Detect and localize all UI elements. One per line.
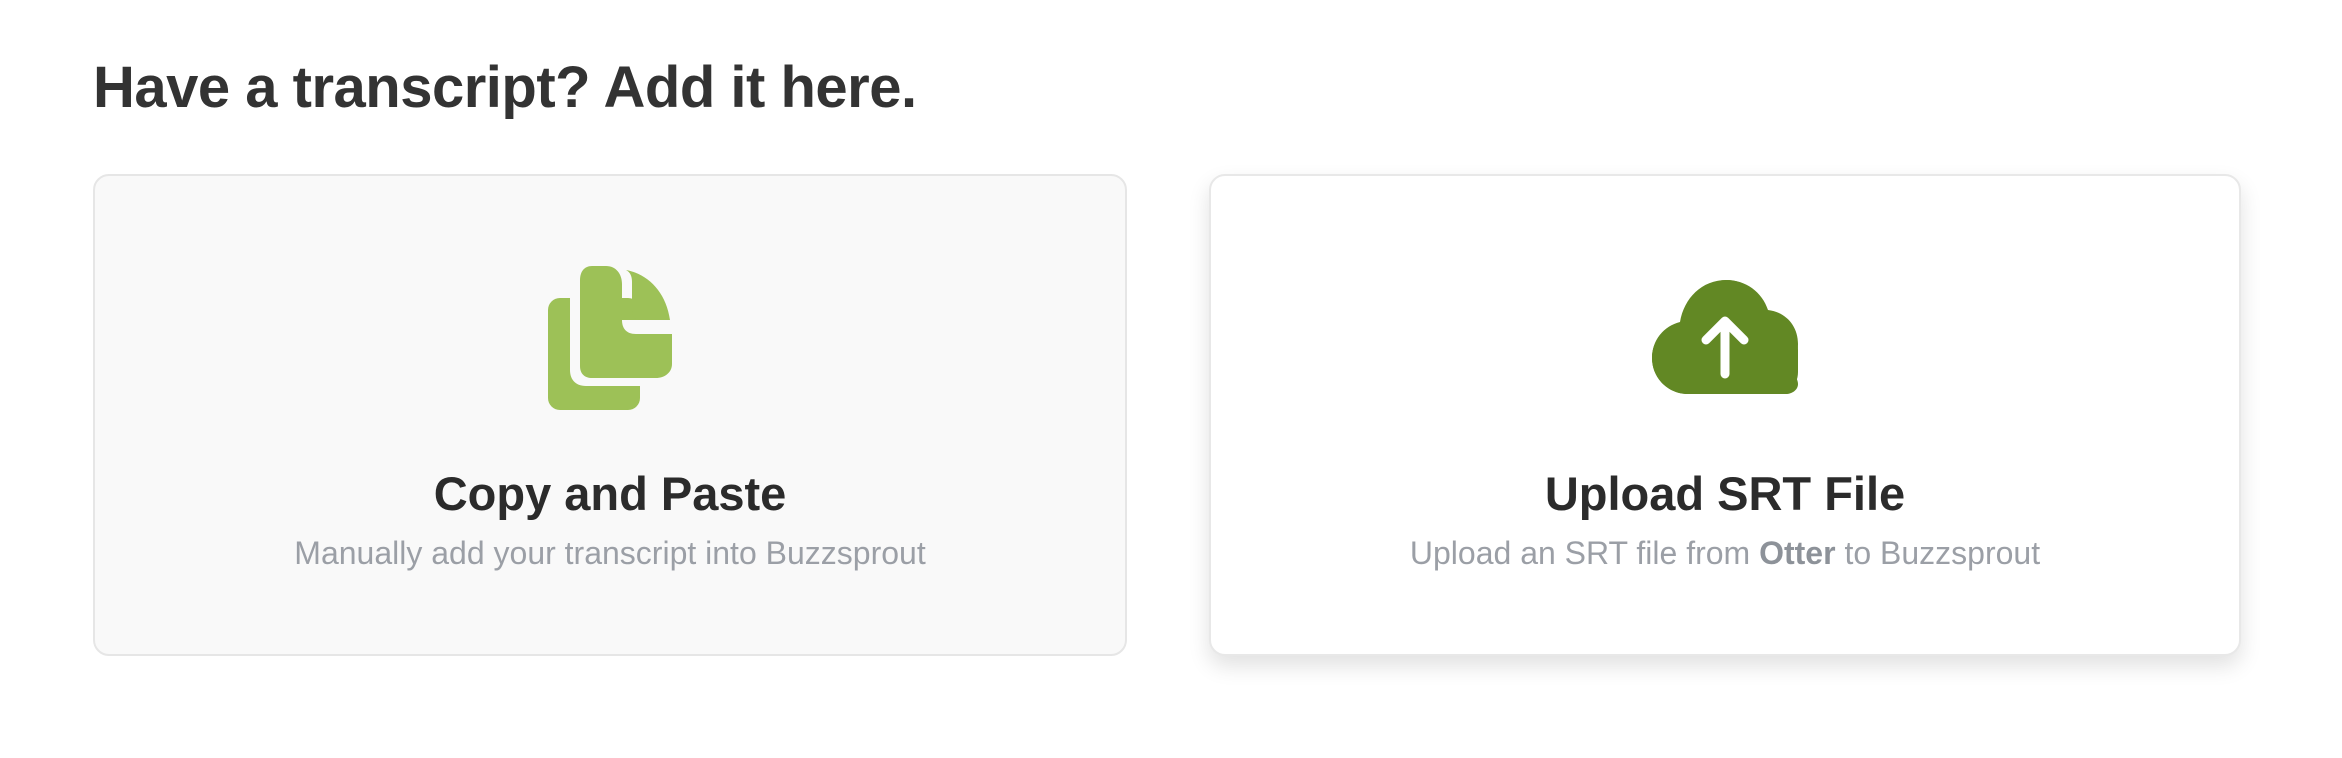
upload-srt-title: Upload SRT File (1544, 467, 1906, 520)
upload-srt-description-suffix: to Buzzsprout (1835, 535, 2041, 571)
copy-and-paste-description: Manually add your transcript into Buzzsp… (294, 535, 926, 571)
copy-and-paste-title: Copy and Paste (433, 467, 787, 520)
upload-srt-card[interactable]: Upload SRT File Upload an SRT file from … (1209, 174, 2241, 656)
upload-srt-description-prefix: Upload an SRT file from (1409, 535, 1760, 571)
otter-link-text: Otter (1759, 535, 1836, 571)
transcript-options-page: Have a transcript? Add it here. Copy and… (0, 0, 2342, 758)
page-title: Have a transcript? Add it here. (93, 55, 917, 120)
transcript-options: Copy and Paste Manually add your transcr… (93, 174, 2241, 658)
copy-and-paste-card[interactable]: Copy and Paste Manually add your transcr… (93, 174, 1127, 656)
upload-srt-description: Upload an SRT file from Otter to Buzzspr… (1211, 532, 2239, 574)
copy-documents-icon (548, 266, 672, 410)
cloud-upload-icon (1652, 280, 1798, 394)
